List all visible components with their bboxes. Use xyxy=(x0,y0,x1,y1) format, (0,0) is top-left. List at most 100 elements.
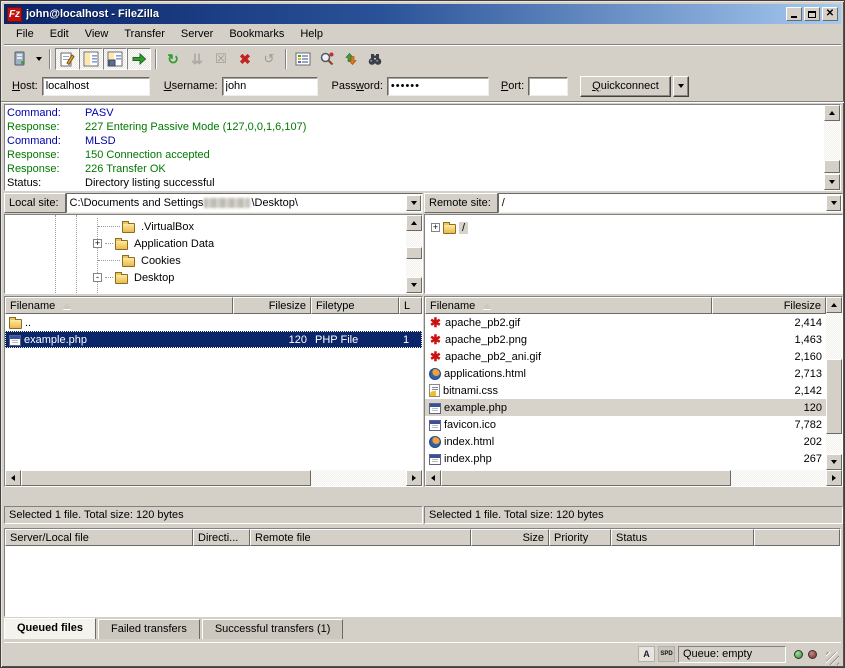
menu-help[interactable]: Help xyxy=(292,26,331,42)
local-horizontal-scrollbar[interactable] xyxy=(5,470,422,486)
column-header-size[interactable]: Size xyxy=(471,529,549,546)
list-item[interactable]: favicon.ico 7,782 xyxy=(425,416,826,433)
scrollbar-thumb[interactable] xyxy=(21,470,311,486)
column-header-priority[interactable]: Priority xyxy=(549,529,611,546)
scroll-up-button[interactable] xyxy=(406,215,422,231)
directory-comparison-button[interactable] xyxy=(315,48,339,70)
tree-item-root[interactable]: + / xyxy=(425,219,842,236)
list-item[interactable]: index.html 202 xyxy=(425,433,826,450)
collapse-icon[interactable]: - xyxy=(93,273,102,282)
scrollbar-thumb[interactable] xyxy=(406,247,422,259)
column-header-filesize[interactable]: Filesize xyxy=(233,297,311,314)
quickconnect-dropdown-button[interactable] xyxy=(673,76,689,97)
expand-icon[interactable]: + xyxy=(431,223,440,232)
menu-bookmarks[interactable]: Bookmarks xyxy=(221,26,292,42)
process-queue-button[interactable]: ⇊ xyxy=(185,48,209,70)
list-item[interactable]: apache_pb2.gif 2,414 xyxy=(425,314,826,331)
column-header-status[interactable]: Status xyxy=(611,529,754,546)
find-files-button[interactable] xyxy=(363,48,387,70)
queue-body[interactable] xyxy=(5,546,840,616)
local-site-combobox[interactable]: C:\Documents and Settings\Desktop\ xyxy=(66,193,423,213)
filter-button[interactable] xyxy=(291,48,315,70)
close-button[interactable]: ✕ xyxy=(822,7,838,21)
column-header-filetype[interactable]: Filetype xyxy=(311,297,399,314)
remote-path: / xyxy=(502,197,505,209)
list-item[interactable]: index.php 267 xyxy=(425,450,826,467)
cancel-operation-button[interactable]: ☒ xyxy=(209,48,233,70)
remote-site-combobox[interactable]: / xyxy=(498,193,843,213)
app-icon[interactable]: Fz xyxy=(7,7,22,22)
menu-file[interactable]: File xyxy=(8,26,42,42)
column-header-filesize[interactable]: Filesize xyxy=(712,297,826,314)
tree-item-cookies[interactable]: Cookies xyxy=(5,252,406,269)
remote-horizontal-scrollbar[interactable] xyxy=(425,470,842,486)
site-manager-dropdown-button[interactable] xyxy=(32,48,45,70)
local-site-dropdown-button[interactable] xyxy=(406,195,421,211)
column-header-server-local-file[interactable]: Server/Local file xyxy=(5,529,193,546)
toggle-transfer-queue-button[interactable] xyxy=(127,48,151,70)
host-input[interactable] xyxy=(42,77,150,96)
local-tree-vertical-scrollbar[interactable] xyxy=(406,215,422,293)
remote-vertical-scrollbar[interactable] xyxy=(826,297,842,470)
toggle-remote-tree-button[interactable] xyxy=(103,48,127,70)
password-input[interactable] xyxy=(387,77,489,96)
scroll-down-button[interactable] xyxy=(406,277,422,293)
username-input[interactable] xyxy=(222,77,318,96)
column-header-empty[interactable] xyxy=(754,529,840,546)
tab-failed-transfers[interactable]: Failed transfers xyxy=(98,619,200,639)
tab-queued-files[interactable]: Queued files xyxy=(4,618,96,639)
tree-item-virtualbox[interactable]: .VirtualBox xyxy=(5,218,406,235)
column-header-remote-file[interactable]: Remote file xyxy=(250,529,471,546)
reconnect-button[interactable]: ↺ xyxy=(257,48,281,70)
scroll-right-button[interactable] xyxy=(406,470,422,486)
menu-edit[interactable]: Edit xyxy=(42,26,77,42)
site-manager-button[interactable] xyxy=(8,48,32,70)
column-header-direction[interactable]: Directi... xyxy=(193,529,250,546)
log-line: Status:Directory listing successful xyxy=(7,176,822,189)
quickconnect-button[interactable]: Quickconnect xyxy=(580,76,671,97)
scroll-down-button[interactable] xyxy=(824,174,840,190)
menu-server[interactable]: Server xyxy=(173,26,221,42)
chevron-down-icon xyxy=(831,201,837,205)
scrollbar-thumb[interactable] xyxy=(824,160,840,173)
refresh-button[interactable]: ↻ xyxy=(161,48,185,70)
arrow-up-icon xyxy=(411,221,417,225)
menu-view[interactable]: View xyxy=(77,26,117,42)
remote-site-dropdown-button[interactable] xyxy=(826,195,841,211)
log-vertical-scrollbar[interactable] xyxy=(824,105,840,190)
tree-item-desktop[interactable]: - Desktop xyxy=(5,269,406,286)
resize-grip[interactable] xyxy=(826,652,839,665)
port-input[interactable] xyxy=(528,77,568,96)
scroll-right-button[interactable] xyxy=(826,470,842,486)
speed-limits-icon[interactable] xyxy=(658,646,675,662)
title-bar[interactable]: Fz john@localhost - FileZilla ✕ xyxy=(4,4,841,24)
menu-transfer[interactable]: Transfer xyxy=(116,26,173,42)
list-item[interactable]: bitnami.css 2,142 xyxy=(425,382,826,399)
scrollbar-thumb[interactable] xyxy=(826,359,842,434)
toggle-message-log-button[interactable] xyxy=(55,48,79,70)
scroll-left-button[interactable] xyxy=(425,470,441,486)
list-item[interactable]: apache_pb2_ani.gif 2,160 xyxy=(425,348,826,365)
minimize-button[interactable] xyxy=(786,7,802,21)
synchronized-browsing-button[interactable] xyxy=(339,48,363,70)
transfer-type-icon[interactable] xyxy=(638,646,655,662)
scroll-up-button[interactable] xyxy=(826,297,842,313)
scrollbar-thumb[interactable] xyxy=(441,470,731,486)
scroll-up-button[interactable] xyxy=(824,105,840,121)
scroll-left-button[interactable] xyxy=(5,470,21,486)
column-header-filename[interactable]: Filename xyxy=(5,297,233,314)
tab-successful-transfers[interactable]: Successful transfers (1) xyxy=(202,619,344,639)
expand-icon[interactable]: + xyxy=(93,239,102,248)
disconnect-button[interactable]: ✖ xyxy=(233,48,257,70)
maximize-button[interactable] xyxy=(804,7,820,21)
list-item-parent-directory[interactable]: .. xyxy=(5,314,422,331)
column-header-last-modified[interactable]: L xyxy=(399,297,422,314)
toggle-local-tree-button[interactable] xyxy=(79,48,103,70)
list-item[interactable]: apache_pb2.png 1,463 xyxy=(425,331,826,348)
list-item-example-php[interactable]: example.php 120 PHP File 1 xyxy=(5,331,422,348)
column-header-filename[interactable]: Filename xyxy=(425,297,712,314)
tree-item-application-data[interactable]: + Application Data xyxy=(5,235,406,252)
scroll-down-button[interactable] xyxy=(826,454,842,470)
list-item[interactable]: applications.html 2,713 xyxy=(425,365,826,382)
list-item-example-php[interactable]: example.php 120 xyxy=(425,399,826,416)
